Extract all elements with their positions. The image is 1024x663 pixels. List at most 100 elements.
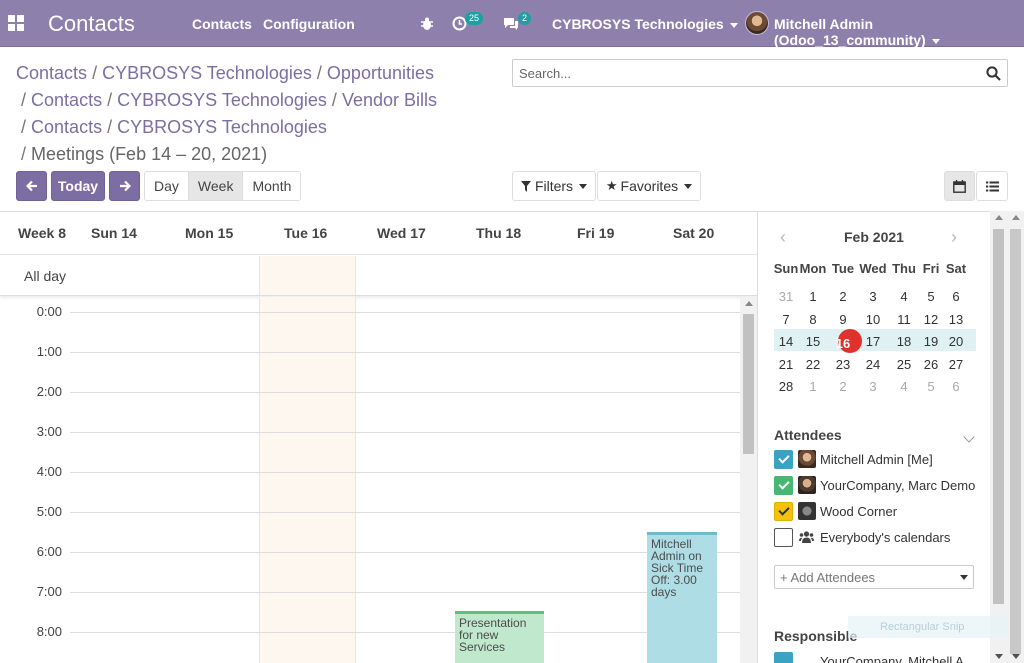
time-grid[interactable]: 0:00 1:00 2:00 3:00 4:00 5:00 6:00 7:00 8:00 Pre… xyxy=(0,297,740,663)
attendee-everybody[interactable]: Everybody's calendars xyxy=(774,526,994,548)
mini-day[interactable]: 5 xyxy=(917,289,945,304)
breadcrumb-company[interactable]: CYBROSYS Technologies xyxy=(117,90,327,110)
mini-day[interactable]: 12 xyxy=(917,312,945,327)
scrollbar-thumb[interactable] xyxy=(743,314,754,454)
breadcrumb-company[interactable]: CYBROSYS Technologies xyxy=(102,63,312,83)
previous-button[interactable] xyxy=(16,171,47,201)
hour-row[interactable]: 3:00 xyxy=(0,422,740,462)
day-header-sat[interactable]: Sat 20 xyxy=(673,225,714,241)
mini-day[interactable]: 18 xyxy=(890,334,918,349)
favorites-button[interactable]: ★ Favorites xyxy=(597,171,701,201)
add-attendees-select[interactable]: + Add Attendees xyxy=(774,565,974,589)
mini-day[interactable]: 22 xyxy=(799,357,827,372)
messages-button[interactable]: 2 xyxy=(503,12,533,32)
mini-day[interactable]: 4 xyxy=(890,379,918,394)
activity-button[interactable]: 25 xyxy=(452,12,484,32)
attendee-checkbox[interactable] xyxy=(774,450,793,469)
attendee-mitchell-admin[interactable]: Mitchell Admin [Me] xyxy=(774,448,994,470)
scrollbar-thumb[interactable] xyxy=(1010,229,1021,654)
mini-day[interactable]: 9 xyxy=(829,312,857,327)
scroll-up-icon[interactable] xyxy=(745,301,753,306)
sidebar-scrollbar[interactable] xyxy=(990,211,1007,663)
hour-row[interactable]: 5:00 xyxy=(0,502,740,542)
hour-row[interactable]: 7:00 xyxy=(0,582,740,622)
mini-day[interactable]: 25 xyxy=(890,357,918,372)
responsible-checkbox[interactable] xyxy=(774,652,793,663)
event-sick-time-off[interactable]: Mitchell Admin on Sick Time Off: 3.00 da… xyxy=(647,532,717,663)
company-switcher[interactable]: CYBROSYS Technologies xyxy=(552,16,738,32)
hour-row[interactable]: 4:00 xyxy=(0,462,740,502)
attendee-checkbox[interactable] xyxy=(774,476,793,495)
mini-day[interactable]: 3 xyxy=(859,289,887,304)
mini-day[interactable]: 15 xyxy=(799,334,827,349)
all-day-row[interactable]: All day xyxy=(0,256,757,296)
mini-day[interactable]: 23 xyxy=(829,357,857,372)
apps-menu-icon[interactable] xyxy=(8,15,24,31)
mini-day[interactable]: 2 xyxy=(829,379,857,394)
day-header-thu[interactable]: Thu 18 xyxy=(476,225,521,241)
scale-week-button[interactable]: Week xyxy=(188,172,244,200)
scale-day-button[interactable]: Day xyxy=(145,172,189,200)
calendar-view-button[interactable] xyxy=(944,171,975,201)
user-menu[interactable]: Mitchell Admin (Odoo_13_community) xyxy=(774,16,1024,48)
mini-day[interactable]: 19 xyxy=(917,334,945,349)
day-header-mon[interactable]: Mon 15 xyxy=(185,225,233,241)
mini-day[interactable]: 13 xyxy=(942,312,970,327)
mini-day[interactable]: 10 xyxy=(859,312,887,327)
scrollbar-thumb[interactable] xyxy=(993,229,1004,604)
scroll-up-icon[interactable] xyxy=(1012,215,1020,220)
breadcrumb-contacts[interactable]: Contacts xyxy=(16,63,87,83)
scroll-down-icon[interactable] xyxy=(995,654,1003,659)
mini-day[interactable]: 24 xyxy=(859,357,887,372)
hour-row[interactable]: 1:00 xyxy=(0,342,740,382)
mini-day[interactable]: 8 xyxy=(799,312,827,327)
breadcrumb-opportunities[interactable]: Opportunities xyxy=(327,63,434,83)
filters-button[interactable]: Filters xyxy=(512,171,596,201)
mini-day[interactable]: 11 xyxy=(890,312,918,327)
page-scrollbar[interactable] xyxy=(1007,211,1024,663)
breadcrumb-vendor-bills[interactable]: Vendor Bills xyxy=(342,90,437,110)
mini-day[interactable]: 17 xyxy=(859,334,887,349)
breadcrumb-contacts[interactable]: Contacts xyxy=(31,90,102,110)
menu-configuration[interactable]: Configuration xyxy=(263,16,355,32)
breadcrumb-contacts[interactable]: Contacts xyxy=(31,117,102,137)
mini-day[interactable]: 21 xyxy=(772,357,800,372)
attendee-checkbox[interactable] xyxy=(774,528,793,547)
user-avatar[interactable] xyxy=(745,11,769,35)
scroll-up-icon[interactable] xyxy=(995,215,1003,220)
mini-day[interactable]: 1 xyxy=(799,289,827,304)
today-button[interactable]: Today xyxy=(51,171,105,201)
menu-contacts[interactable]: Contacts xyxy=(192,16,252,32)
scroll-down-icon[interactable] xyxy=(1012,654,1020,659)
hour-row[interactable]: 0:00 xyxy=(0,302,740,342)
search-input[interactable] xyxy=(513,60,953,86)
calendar-scrollbar[interactable] xyxy=(740,297,757,663)
mini-day[interactable]: 4 xyxy=(890,289,918,304)
mini-day[interactable]: 5 xyxy=(917,379,945,394)
mini-day[interactable]: 7 xyxy=(772,312,800,327)
mini-day-today[interactable]: 16 xyxy=(829,336,857,351)
mini-day[interactable]: 20 xyxy=(942,334,970,349)
next-button[interactable] xyxy=(109,171,140,201)
day-header-fri[interactable]: Fri 19 xyxy=(577,225,614,241)
mini-prev-month-icon[interactable]: ‹ xyxy=(780,228,790,246)
mini-day[interactable]: 14 xyxy=(772,334,800,349)
breadcrumb-company[interactable]: CYBROSYS Technologies xyxy=(117,117,327,137)
list-view-button[interactable] xyxy=(976,171,1008,201)
chevron-down-icon[interactable] xyxy=(963,431,975,443)
mini-day[interactable]: 28 xyxy=(772,379,800,394)
event-presentation[interactable]: Presentation for new Services xyxy=(455,611,544,663)
attendee-wood-corner[interactable]: Wood Corner xyxy=(774,500,994,522)
attendee-marc-demo[interactable]: YourCompany, Marc Demo xyxy=(774,474,994,496)
attendee-checkbox[interactable] xyxy=(774,502,793,521)
mini-day[interactable]: 6 xyxy=(942,379,970,394)
responsible-item[interactable]: YourCompany, Mitchell A... xyxy=(774,650,994,663)
hour-row[interactable]: 6:00 xyxy=(0,542,740,582)
day-header-sun[interactable]: Sun 14 xyxy=(91,225,137,241)
day-header-wed[interactable]: Wed 17 xyxy=(377,225,426,241)
search-icon[interactable] xyxy=(986,66,1001,81)
mini-day[interactable]: 1 xyxy=(799,379,827,394)
hour-row[interactable]: 2:00 xyxy=(0,382,740,422)
hour-row[interactable]: 8:00 xyxy=(0,622,740,662)
mini-day[interactable]: 3 xyxy=(859,379,887,394)
